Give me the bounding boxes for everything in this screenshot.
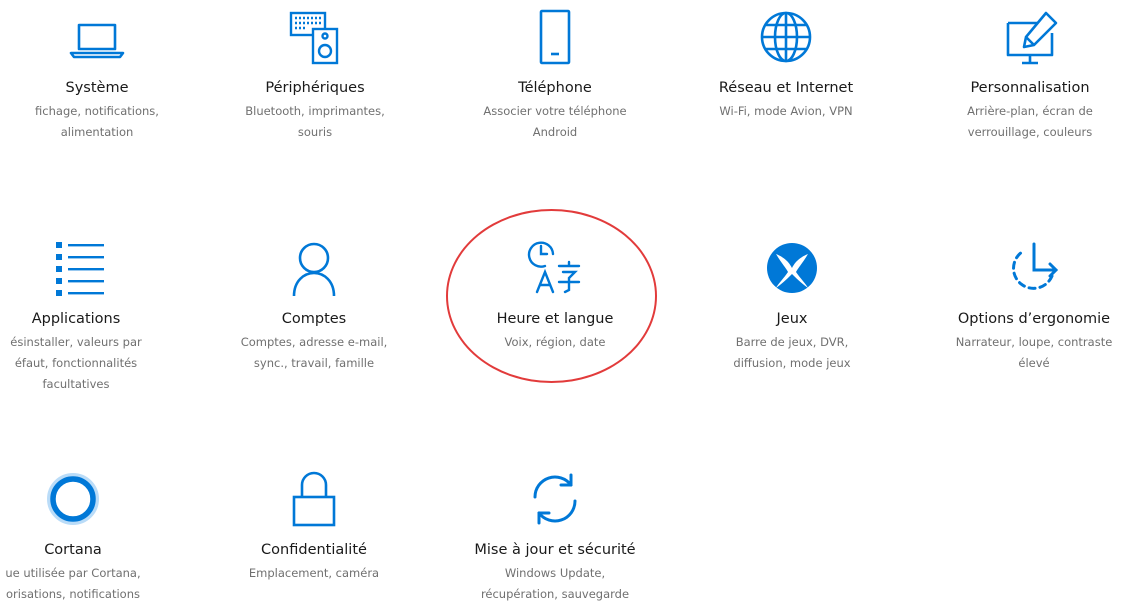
tile-jeux[interactable]: Jeux Barre de jeux, DVR, diffusion, mode … xyxy=(682,236,902,374)
tile-systeme[interactable]: Système fichage, notifications, alimentat… xyxy=(0,5,207,143)
globe-icon xyxy=(754,5,818,69)
xbox-icon xyxy=(760,236,824,300)
paint-brush-icon xyxy=(998,5,1062,69)
tile-description: ue utilisée par Cortana, orisations, noti… xyxy=(5,566,141,601)
tile-peripheriques[interactable]: Périphériques Bluetooth, imprimantes, sou… xyxy=(205,5,425,143)
ease-of-access-icon xyxy=(1002,236,1066,300)
time-language-icon xyxy=(523,236,587,300)
tile-cortana[interactable]: Cortana ue utilisée par Cortana, orisatio… xyxy=(0,467,183,605)
tile-description: Emplacement, caméra xyxy=(248,566,380,580)
tile-title: Système xyxy=(65,80,129,96)
tile-title: Mise à jour et sécurité xyxy=(474,542,636,558)
tile-heure-et-langue[interactable]: Heure et langue Voix, région, date xyxy=(445,236,665,353)
tile-confidentialite[interactable]: Confidentialité Emplacement, caméra xyxy=(204,467,424,584)
cortana-icon xyxy=(41,467,105,531)
tile-description: fichage, notifications, alimentation xyxy=(35,104,159,139)
sync-icon xyxy=(523,467,587,531)
devices-icon xyxy=(283,5,347,69)
tile-title: Applications xyxy=(31,311,121,327)
tile-title: Options d’ergonomie xyxy=(957,311,1111,327)
tile-description: Wi-Fi, mode Avion, VPN xyxy=(719,104,853,118)
tile-description: Barre de jeux, DVR, diffusion, mode jeux xyxy=(733,335,851,370)
tile-title: Téléphone xyxy=(518,80,592,96)
tile-applications[interactable]: Applications ésinstaller, valeurs par éfa… xyxy=(0,236,186,395)
tile-title: Cortana xyxy=(44,542,102,558)
tile-description: Comptes, adresse e-mail, sync., travail, … xyxy=(240,335,388,370)
lock-icon xyxy=(282,467,346,531)
tile-description: ésinstaller, valeurs par éfaut, fonctionn… xyxy=(10,335,142,391)
person-icon xyxy=(282,236,346,300)
tile-title: Réseau et Internet xyxy=(718,80,854,96)
tile-title: Jeux xyxy=(776,311,808,327)
tile-title: Comptes xyxy=(281,311,347,327)
phone-icon xyxy=(523,5,587,69)
tile-description: Associer votre téléphone Android xyxy=(483,104,627,139)
tile-title: Heure et langue xyxy=(496,311,614,327)
tile-description: Narrateur, loupe, contraste élevé xyxy=(955,335,1113,370)
app-list-icon xyxy=(44,236,108,300)
tile-mise-a-jour[interactable]: Mise à jour et sécurité Windows Update, r… xyxy=(445,467,665,605)
tile-description: Voix, région, date xyxy=(504,335,606,349)
tile-description: Bluetooth, imprimantes, souris xyxy=(245,104,385,139)
tile-title: Personnalisation xyxy=(970,80,1090,96)
tile-title: Périphériques xyxy=(265,80,365,96)
tile-description: Windows Update, récupération, sauvegarde xyxy=(480,566,630,601)
tile-options-ergonomie[interactable]: Options d’ergonomie Narrateur, loupe, co… xyxy=(924,236,1131,374)
tile-title: Confidentialité xyxy=(261,542,367,558)
tile-comptes[interactable]: Comptes Comptes, adresse e-mail, sync., t… xyxy=(204,236,424,374)
tile-personnalisation[interactable]: Personnalisation Arrière-plan, écran de v… xyxy=(920,5,1131,143)
laptop-icon xyxy=(65,5,129,69)
tile-description: Arrière-plan, écran de verrouillage, coul… xyxy=(967,104,1093,139)
tile-reseau[interactable]: Réseau et Internet Wi-Fi, mode Avion, VP… xyxy=(676,5,896,122)
tile-telephone[interactable]: Téléphone Associer votre téléphone Androi… xyxy=(445,5,665,143)
